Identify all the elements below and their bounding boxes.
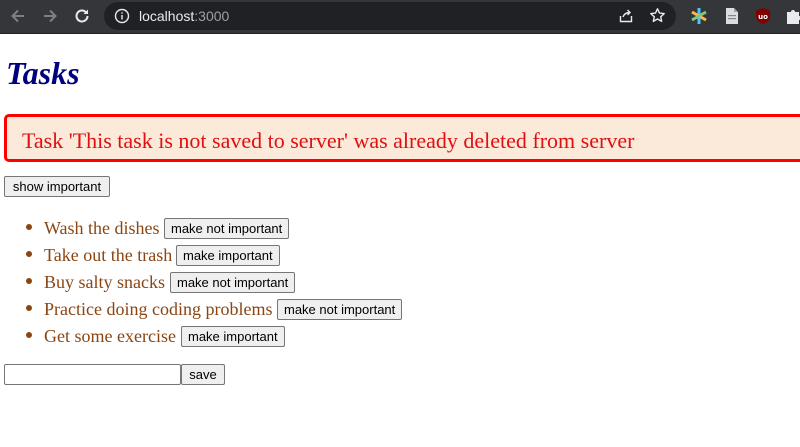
reload-button[interactable]	[70, 5, 94, 27]
save-button[interactable]: save	[181, 364, 225, 385]
star-icon[interactable]	[649, 7, 666, 24]
new-task-input[interactable]	[4, 364, 181, 385]
task-text: Get some exercise	[44, 326, 176, 346]
url-port: :3000	[194, 8, 230, 24]
back-button[interactable]	[6, 5, 30, 27]
reload-icon	[75, 9, 89, 23]
svg-text:uo: uo	[758, 13, 768, 21]
bullet-icon	[26, 332, 32, 338]
colorful-asterisk-extension-icon[interactable]	[690, 7, 708, 25]
address-bar[interactable]: localhost:3000	[104, 2, 676, 30]
task-text: Practice doing coding problems	[44, 299, 273, 319]
toggle-important-button[interactable]: make not important	[170, 272, 296, 293]
task-text: Take out the trash	[44, 245, 173, 265]
share-icon[interactable]	[618, 8, 634, 24]
url-text: localhost:3000	[139, 7, 229, 25]
alert-message: Task 'This task is not saved to server' …	[22, 128, 635, 153]
page-title: Tasks	[6, 55, 80, 91]
browser-toolbar: localhost:3000 uo	[0, 0, 800, 34]
task-text: Buy salty snacks	[44, 272, 165, 292]
bullet-icon	[26, 224, 32, 230]
bullet-icon	[26, 278, 32, 284]
bullet-icon	[26, 305, 32, 311]
document-extension-icon[interactable]	[723, 7, 741, 25]
toggle-important-button[interactable]: make important	[176, 245, 280, 266]
ublock-extension-icon[interactable]: uo	[754, 7, 772, 25]
show-important-button[interactable]: show important	[4, 176, 110, 197]
arrow-left-icon	[11, 9, 24, 23]
toggle-important-button[interactable]: make important	[181, 326, 285, 347]
puzzle-icon[interactable]	[784, 7, 800, 25]
bullet-icon	[26, 251, 32, 257]
url-host: localhost	[139, 8, 195, 24]
arrow-right-icon	[44, 9, 57, 23]
toggle-important-button[interactable]: make not important	[164, 218, 290, 239]
task-text: Wash the dishes	[44, 218, 160, 238]
toggle-important-button[interactable]: make not important	[277, 299, 403, 320]
forward-button[interactable]	[38, 5, 62, 27]
info-icon[interactable]	[114, 8, 130, 24]
error-alert: Task 'This task is not saved to server' …	[4, 114, 800, 162]
